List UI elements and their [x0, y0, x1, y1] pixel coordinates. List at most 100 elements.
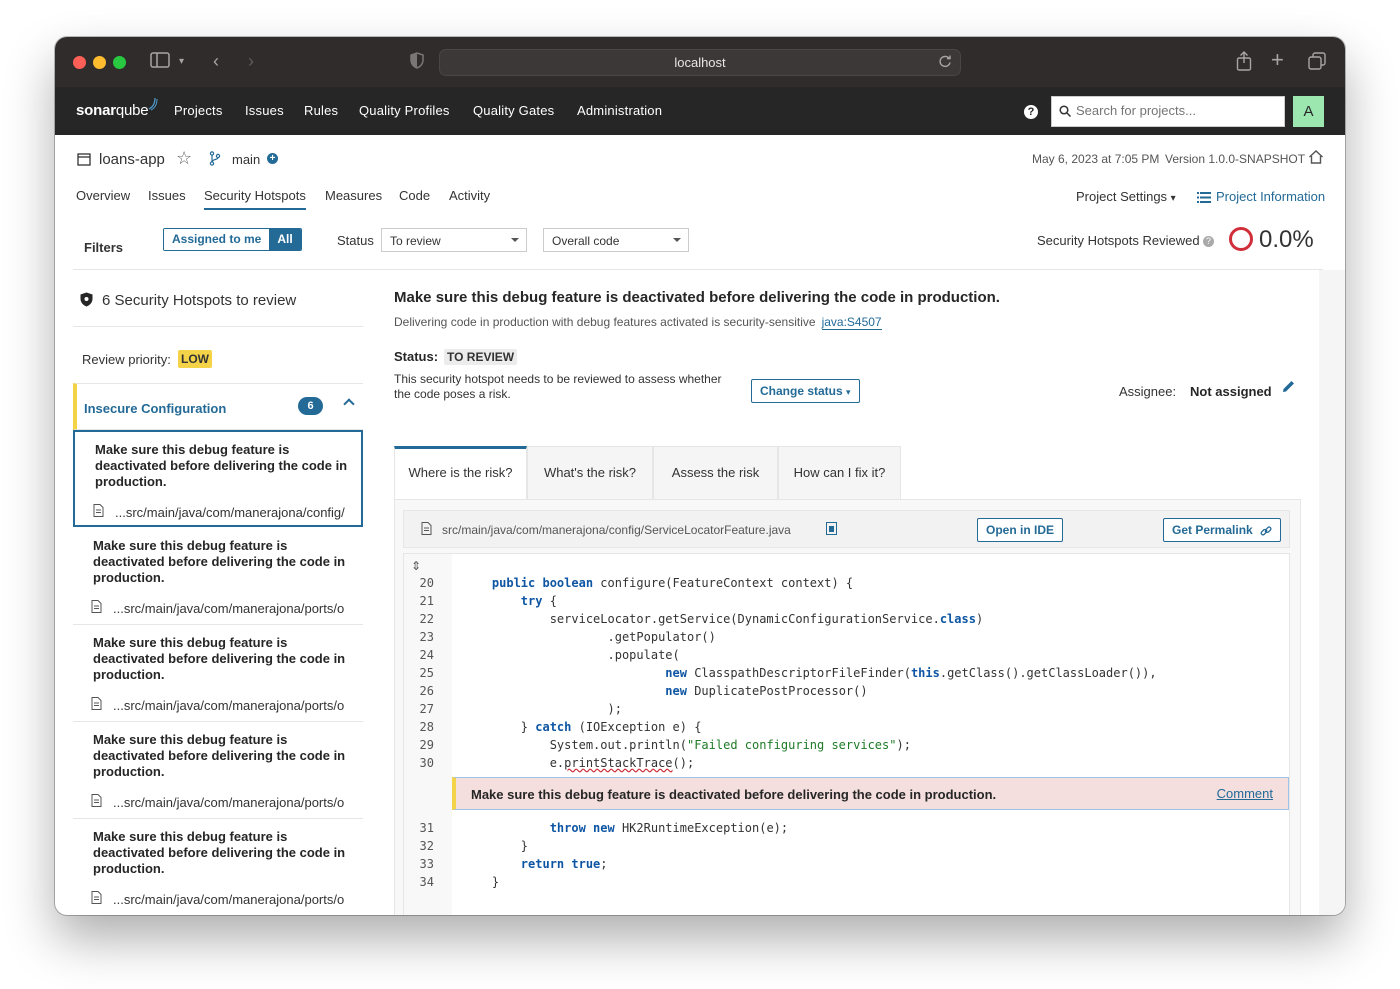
caret-down-icon	[511, 238, 519, 242]
add-branch-icon[interactable]: +	[267, 153, 278, 164]
tab-overview-icon[interactable]	[1308, 52, 1326, 74]
all-button[interactable]: All	[269, 229, 301, 250]
hotspot-list-item[interactable]: Make sure this debug feature is deactiva…	[73, 430, 363, 527]
review-priority-label: Review priority:	[82, 352, 171, 367]
status-description: This security hotspot needs to be review…	[394, 372, 722, 401]
code-text: );	[463, 702, 622, 716]
line-number: 32	[419, 839, 434, 853]
tab-where-is-the-risk[interactable]: Where is the risk?	[394, 446, 527, 499]
code-line: 20 public boolean configure(FeatureConte…	[404, 574, 1289, 592]
open-in-ide-button[interactable]: Open in IDE	[977, 518, 1064, 542]
assignee-label: Assignee:	[1119, 384, 1177, 399]
user-avatar[interactable]: A	[1293, 96, 1324, 127]
logo-text-b: qube	[115, 102, 149, 119]
change-status-label: Change status	[760, 384, 843, 398]
project-name[interactable]: loans-app	[99, 151, 165, 168]
change-status-button[interactable]: Change status ▾	[751, 379, 860, 403]
line-number: 29	[419, 738, 434, 752]
nav-quality-gates[interactable]: Quality Gates	[473, 103, 554, 118]
address-bar[interactable]: localhost	[439, 49, 961, 76]
hotspot-list-item[interactable]: Make sure this debug feature is deactiva…	[73, 528, 363, 625]
code-viewer: ⇕ 20 public boolean configure(FeatureCon…	[403, 553, 1290, 915]
sonarqube-logo[interactable]: sonarqube	[76, 102, 149, 119]
code-line: 33 return true;	[404, 855, 1289, 873]
line-number: 30	[419, 756, 434, 770]
browser-window: ▾ ‹ › localhost + sonarqube Projects Iss…	[55, 37, 1345, 915]
line-number: 21	[419, 594, 434, 608]
shield-privacy-icon[interactable]	[410, 52, 424, 73]
tab-how-can-i-fix-it[interactable]: How can I fix it?	[778, 446, 901, 499]
code-line: 31 throw new HK2RuntimeException(e);	[404, 819, 1289, 837]
hotspots-reviewed-label: Security Hotspots Reviewed	[1037, 233, 1200, 248]
copy-path-icon[interactable]	[826, 522, 837, 535]
minimize-window-button[interactable]	[93, 56, 106, 69]
nav-quality-profiles[interactable]: Quality Profiles	[359, 103, 450, 118]
category-header[interactable]: Insecure Configuration 6	[73, 383, 363, 430]
code-text: }	[463, 839, 529, 853]
hotspot-file-path: ...src/main/java/com/manerajona/ports/o	[113, 698, 345, 713]
branch-name[interactable]: main	[232, 152, 260, 167]
branch-icon	[209, 151, 221, 166]
code-line: 28 } catch (IOException e) {	[404, 718, 1289, 736]
line-number: 22	[419, 612, 434, 626]
chevron-up-icon[interactable]	[343, 398, 355, 410]
scope-select[interactable]: Overall code	[543, 228, 689, 252]
code-text: public boolean configure(FeatureContext …	[491, 576, 854, 590]
hotspot-message: Make sure this debug feature is deactiva…	[95, 442, 348, 489]
hotspot-list-item[interactable]: Make sure this debug feature is deactiva…	[73, 819, 363, 915]
hotspot-list-item[interactable]: Make sure this debug feature is deactiva…	[73, 625, 363, 722]
nav-rules[interactable]: Rules	[304, 103, 338, 118]
comment-link[interactable]: Comment	[1217, 786, 1273, 801]
status-heading: Status:	[394, 349, 439, 364]
global-navigation: sonarqube Projects Issues Rules Quality …	[55, 87, 1345, 135]
hotspot-list: 6 Security Hotspots to review Review pri…	[73, 270, 363, 915]
line-number: 31	[419, 821, 434, 835]
assigned-to-me-button[interactable]: Assigned to me	[164, 229, 270, 250]
line-number: 25	[419, 666, 434, 680]
project-search[interactable]	[1051, 96, 1285, 127]
help-icon[interactable]: ?	[1024, 105, 1038, 119]
status-select[interactable]: To review	[381, 228, 527, 252]
home-icon[interactable]	[1308, 149, 1324, 165]
nav-projects[interactable]: Projects	[174, 103, 223, 118]
nav-administration[interactable]: Administration	[577, 103, 662, 118]
search-input[interactable]	[1076, 103, 1276, 118]
edit-pencil-icon[interactable]	[1282, 380, 1295, 393]
chevron-down-icon[interactable]: ▾	[179, 52, 184, 72]
favorite-star-icon[interactable]: ☆	[176, 148, 192, 169]
hotspot-subtitle: Delivering code in production with debug…	[394, 315, 882, 330]
code-text: .getPopulator()	[463, 630, 716, 644]
code-text: serviceLocator.getService(DynamicConfigu…	[463, 612, 984, 626]
logo-waves-icon	[148, 97, 158, 111]
code-text: new DuplicatePostProcessor()	[665, 684, 868, 698]
file-icon	[421, 522, 432, 535]
code-line: 25 new ClasspathDescriptorFileFinder(thi…	[404, 664, 1289, 682]
hotspot-list-item[interactable]: Make sure this debug feature is deactiva…	[73, 722, 363, 819]
code-line: 24 .populate(	[404, 646, 1289, 664]
new-tab-icon[interactable]: +	[1271, 49, 1284, 71]
code-text: new ClasspathDescriptorFileFinder(this.g…	[665, 666, 1157, 680]
assignee-filter-toggle: Assigned to me All	[163, 228, 302, 251]
tab-assess-the-risk[interactable]: Assess the risk	[653, 446, 778, 499]
help-question-icon[interactable]: ?	[1203, 236, 1214, 247]
close-window-button[interactable]	[73, 56, 86, 69]
get-permalink-label: Get Permalink	[1172, 523, 1253, 537]
analysis-date: May 6, 2023 at 7:05 PM	[1032, 152, 1160, 166]
expand-lines-icon[interactable]: ⇕	[411, 559, 421, 573]
back-icon[interactable]: ‹	[213, 51, 219, 71]
share-icon[interactable]	[1236, 51, 1252, 75]
link-icon	[1260, 526, 1272, 536]
reload-icon[interactable]	[939, 55, 952, 73]
code-line: 26 new DuplicatePostProcessor()	[404, 682, 1289, 700]
search-icon	[1059, 105, 1071, 117]
tab-whats-the-risk[interactable]: What's the risk?	[527, 446, 653, 499]
rule-link[interactable]: java:S4507	[821, 315, 882, 330]
code-text: .populate(	[463, 648, 680, 662]
sidebar-toggle-icon[interactable]	[150, 52, 170, 72]
forward-icon[interactable]: ›	[248, 51, 254, 71]
code-line: 21 try {	[404, 592, 1289, 610]
nav-issues[interactable]: Issues	[245, 103, 284, 118]
get-permalink-button[interactable]: Get Permalink	[1163, 518, 1282, 542]
url-text: localhost	[674, 55, 726, 70]
zoom-window-button[interactable]	[113, 56, 126, 69]
